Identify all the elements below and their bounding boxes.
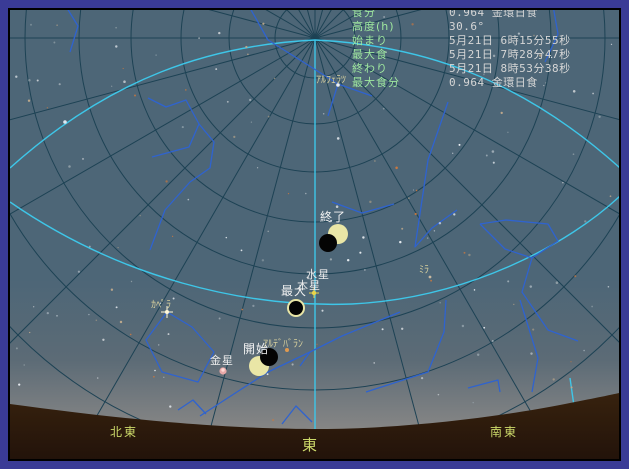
eclipse-maximum-marker[interactable] <box>288 300 304 316</box>
sky-chart-canvas[interactable] <box>0 0 629 469</box>
aldebaran-star <box>285 348 289 352</box>
top-left-bright-star <box>63 120 67 124</box>
start-moon-disk <box>260 348 278 366</box>
venus-planet-dot <box>219 367 226 374</box>
end-moon-disk <box>319 234 337 252</box>
alpheratz-star <box>336 83 340 87</box>
mira-star <box>429 276 432 279</box>
annular-ring <box>288 300 304 316</box>
planetarium-window: 食分 0.964 金環日食 高度(h) 30.6° 始まり 5月21日 6時15… <box>0 0 629 469</box>
